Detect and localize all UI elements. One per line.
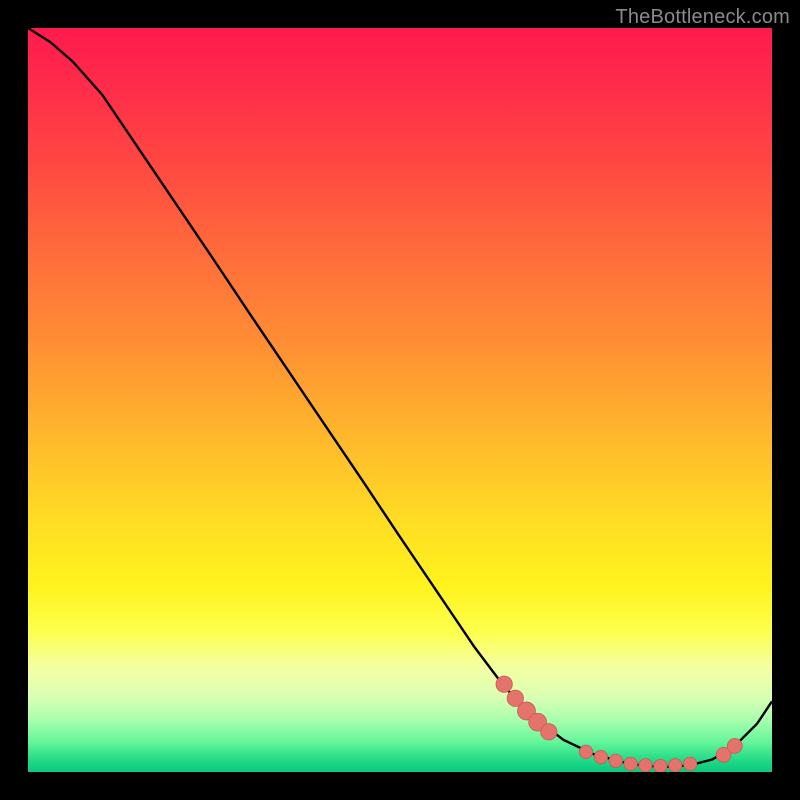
data-dot — [727, 739, 742, 754]
data-dot — [594, 750, 607, 763]
data-dot — [609, 754, 622, 767]
data-dot — [654, 759, 667, 772]
data-dot — [496, 676, 512, 692]
data-dot — [541, 724, 557, 740]
chart-svg — [28, 28, 772, 772]
data-dots — [496, 676, 742, 772]
curve-line — [28, 28, 772, 767]
data-dot — [624, 757, 637, 770]
data-dot — [669, 759, 682, 772]
watermark-text: TheBottleneck.com — [615, 6, 790, 29]
data-dot — [579, 745, 592, 758]
chart-stage: TheBottleneck.com — [0, 0, 800, 800]
plot-area — [28, 28, 772, 772]
data-dot — [639, 759, 652, 772]
data-dot — [683, 757, 696, 770]
